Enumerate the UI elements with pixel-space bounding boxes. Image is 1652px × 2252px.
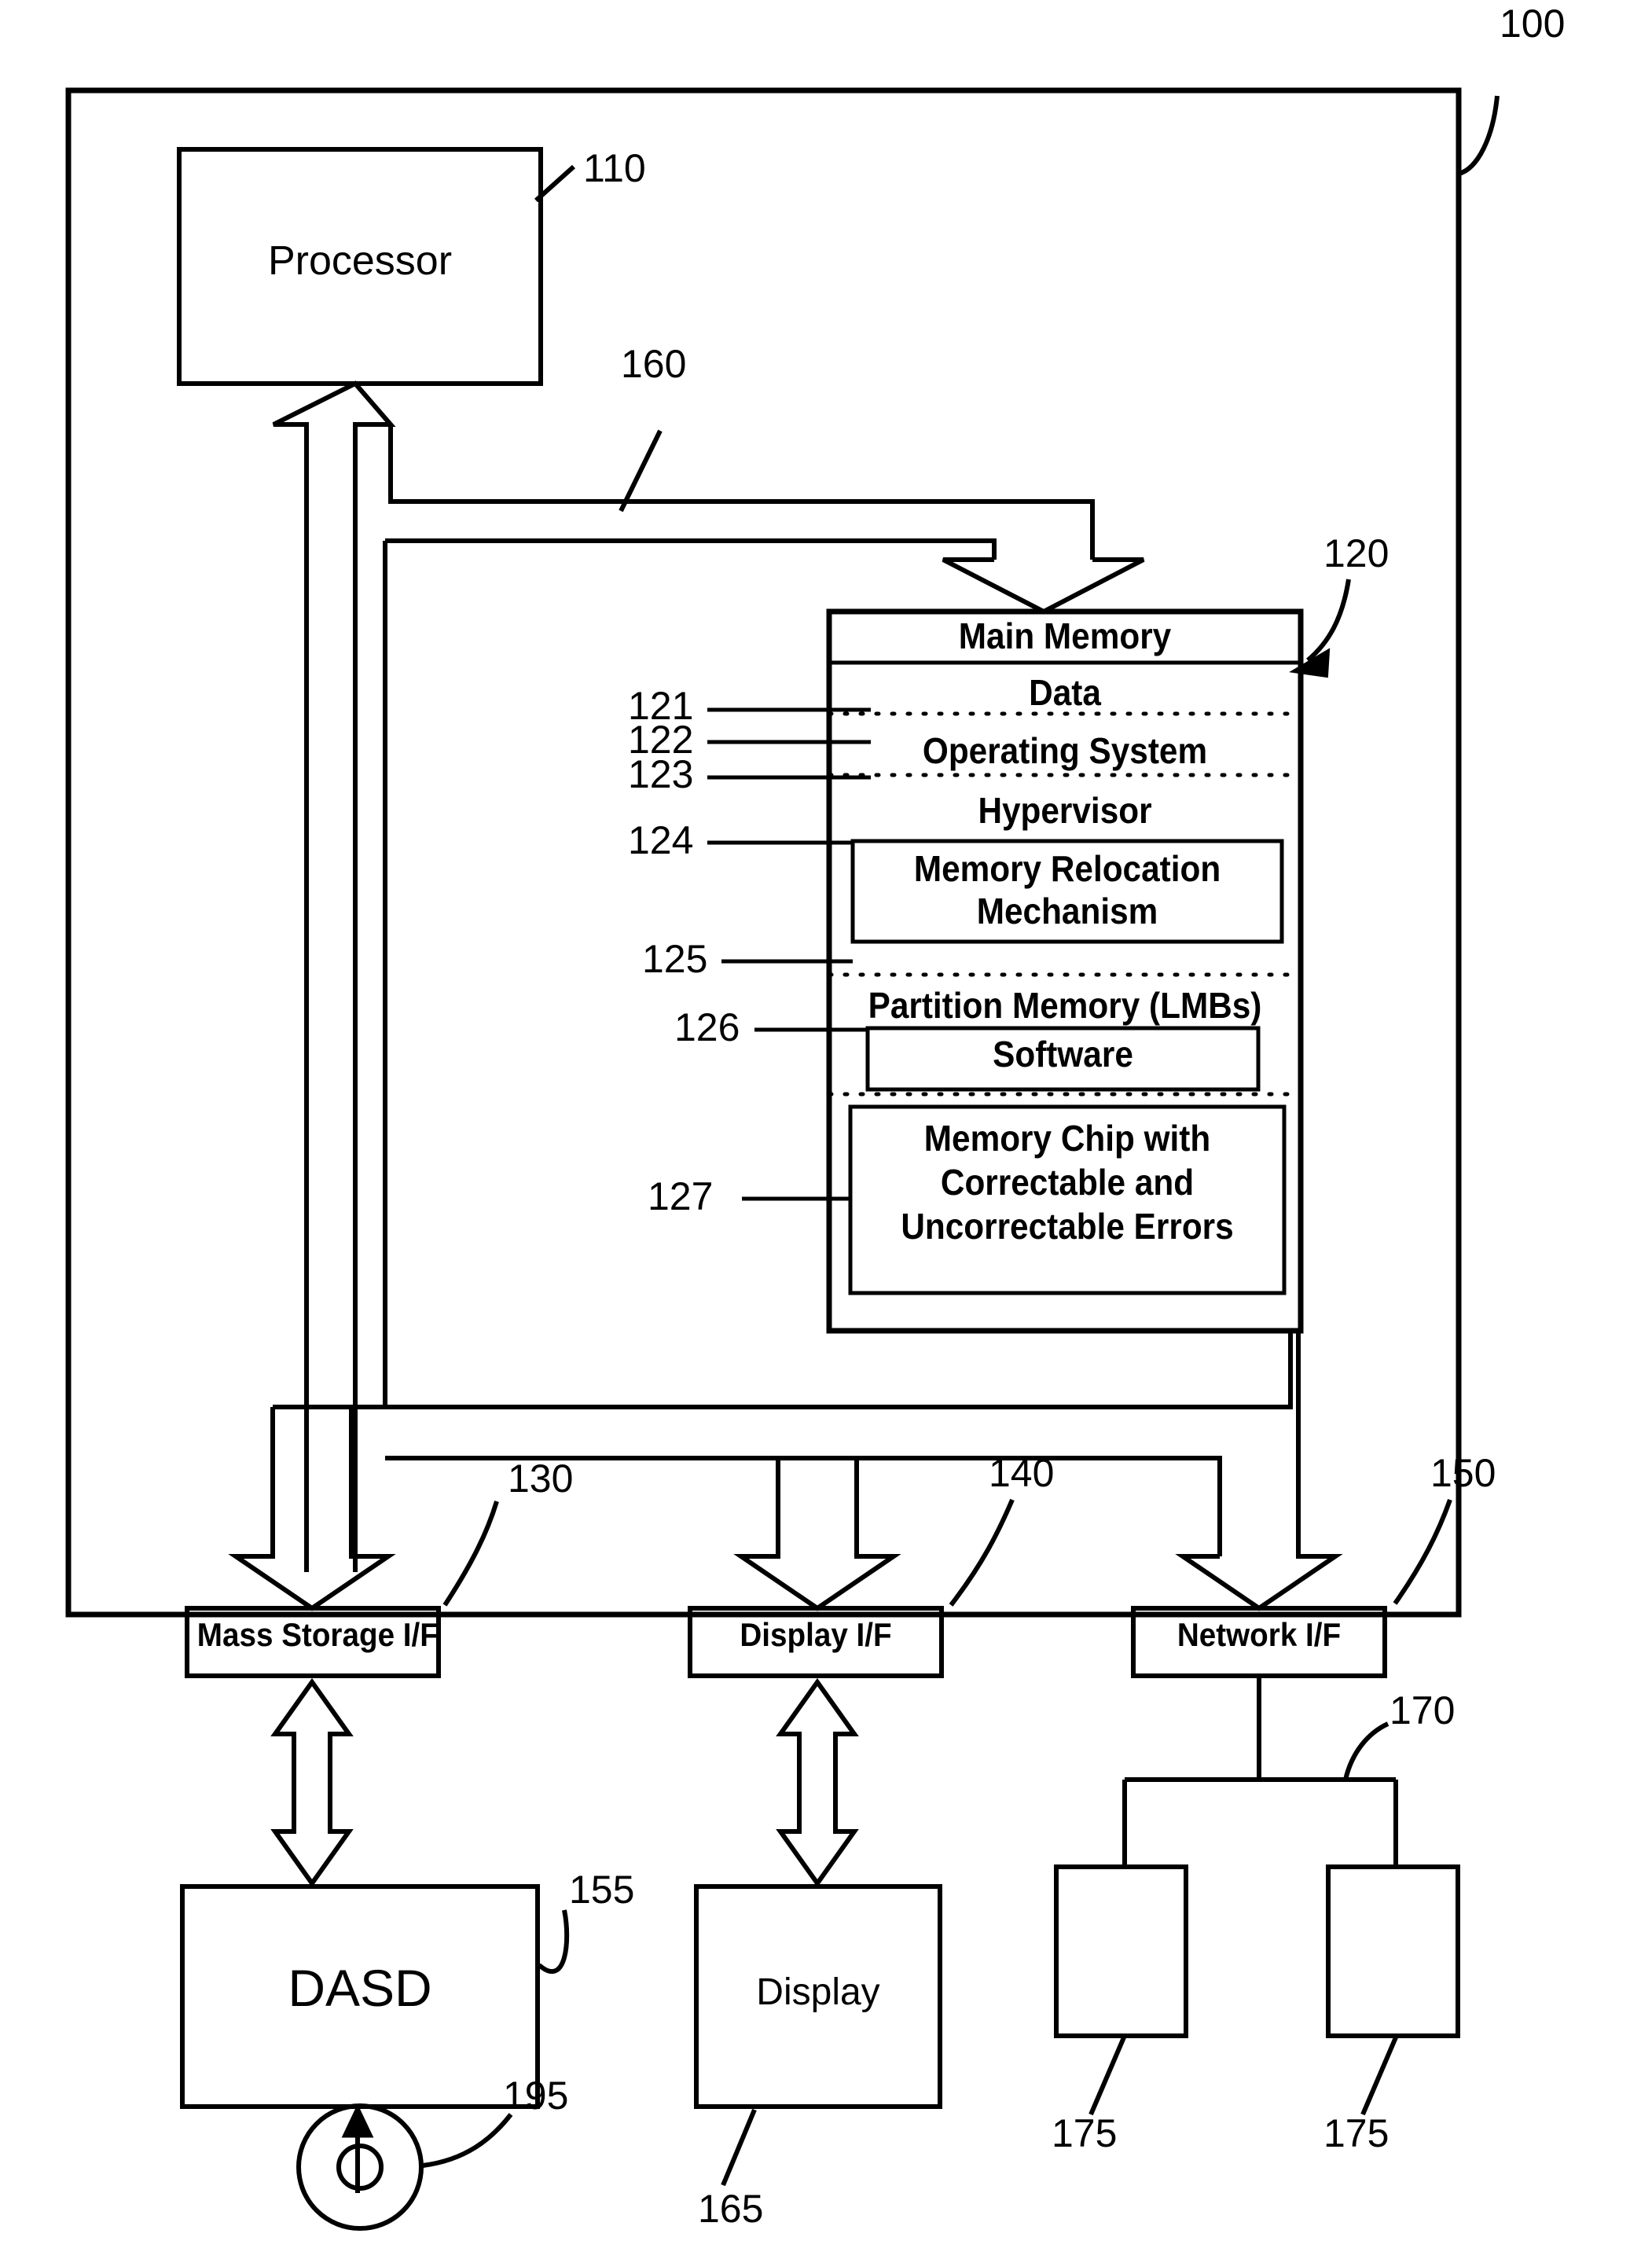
memory-chip-label-line1: Memory Chip with — [923, 1118, 1211, 1159]
ref-100: 100 — [1500, 2, 1566, 46]
ref-175-right: 175 — [1323, 2111, 1390, 2155]
bus-trunk-left-up — [272, 380, 396, 1572]
ref-160: 160 — [621, 342, 687, 386]
ref-127: 127 — [648, 1174, 714, 1218]
ref-120: 120 — [1323, 531, 1390, 575]
leader-100 — [1458, 95, 1500, 176]
memory-row-hypervisor-label: Hypervisor — [978, 790, 1152, 831]
ref-150: 150 — [1430, 1451, 1496, 1495]
leader-140 — [949, 1498, 1015, 1607]
main-memory-label: Main Memory — [958, 615, 1172, 656]
leader-195 — [422, 2113, 513, 2168]
ref-124: 124 — [628, 818, 694, 862]
partition-memory-label: Partition Memory (LMBs) — [868, 985, 1262, 1026]
ref-130: 130 — [508, 1457, 574, 1501]
ref-123: 123 — [628, 752, 694, 796]
memory-chip-label-line2: Correctable and — [940, 1162, 1195, 1203]
bus-arrow-into-memory — [942, 557, 1145, 615]
dasd-label: DASD — [288, 1959, 432, 2017]
network-node-right-box — [1326, 1864, 1460, 2038]
memory-relocation-label-line1: Memory Relocation — [913, 848, 1221, 889]
display-label: Display — [756, 1971, 880, 2013]
arrow-display — [776, 1677, 859, 1888]
ref-125: 125 — [642, 937, 708, 981]
bus-drop-network — [1175, 1331, 1343, 1611]
diagram-linework — [65, 87, 1500, 2231]
ref-110: 110 — [583, 146, 646, 190]
bus-drop-display — [733, 1456, 901, 1611]
leader-170 — [1343, 1721, 1390, 1780]
leader-130 — [442, 1501, 499, 1607]
memory-row-operating-system-label: Operating System — [922, 730, 1208, 771]
ref-155: 155 — [569, 1868, 635, 1912]
software-label: Software — [993, 1034, 1133, 1075]
leader-175-right — [1360, 2036, 1398, 2116]
ref-140: 140 — [989, 1451, 1055, 1495]
bus-rail-upper — [385, 538, 997, 560]
display-if-label: Display I/F — [740, 1616, 892, 1653]
leader-175-left — [1088, 2036, 1126, 2116]
processor-label: Processor — [267, 238, 453, 284]
mass-storage-if-label: Mass Storage I/F — [196, 1616, 439, 1653]
bus-drop-mass-storage — [228, 1407, 396, 1611]
network-if-label: Network I/F — [1177, 1616, 1342, 1653]
arrow-media-head — [341, 2103, 374, 2138]
network-node-left-box — [1054, 1864, 1188, 2038]
arrow-dasd — [270, 1677, 354, 1888]
leader-165 — [721, 2108, 757, 2187]
memory-chip-label-line3: Uncorrectable Errors — [901, 1206, 1234, 1247]
ref-175-left: 175 — [1052, 2111, 1118, 2155]
leader-120 — [1306, 579, 1351, 663]
memory-relocation-label-line2: Mechanism — [976, 891, 1158, 931]
leader-150 — [1393, 1498, 1452, 1605]
bus-rail-lower — [385, 1331, 1293, 1409]
memory-row-data-label: Data — [1029, 672, 1101, 713]
ref-170: 170 — [1390, 1688, 1456, 1732]
patent-figure: 100 Processor 110 160 120 Main Memory Da… — [0, 0, 1652, 2252]
leader-160 — [619, 429, 663, 512]
leader-155 — [538, 1909, 570, 1974]
ref-165: 165 — [698, 2187, 764, 2231]
ref-126: 126 — [674, 1005, 740, 1049]
ref-195: 195 — [503, 2074, 569, 2118]
